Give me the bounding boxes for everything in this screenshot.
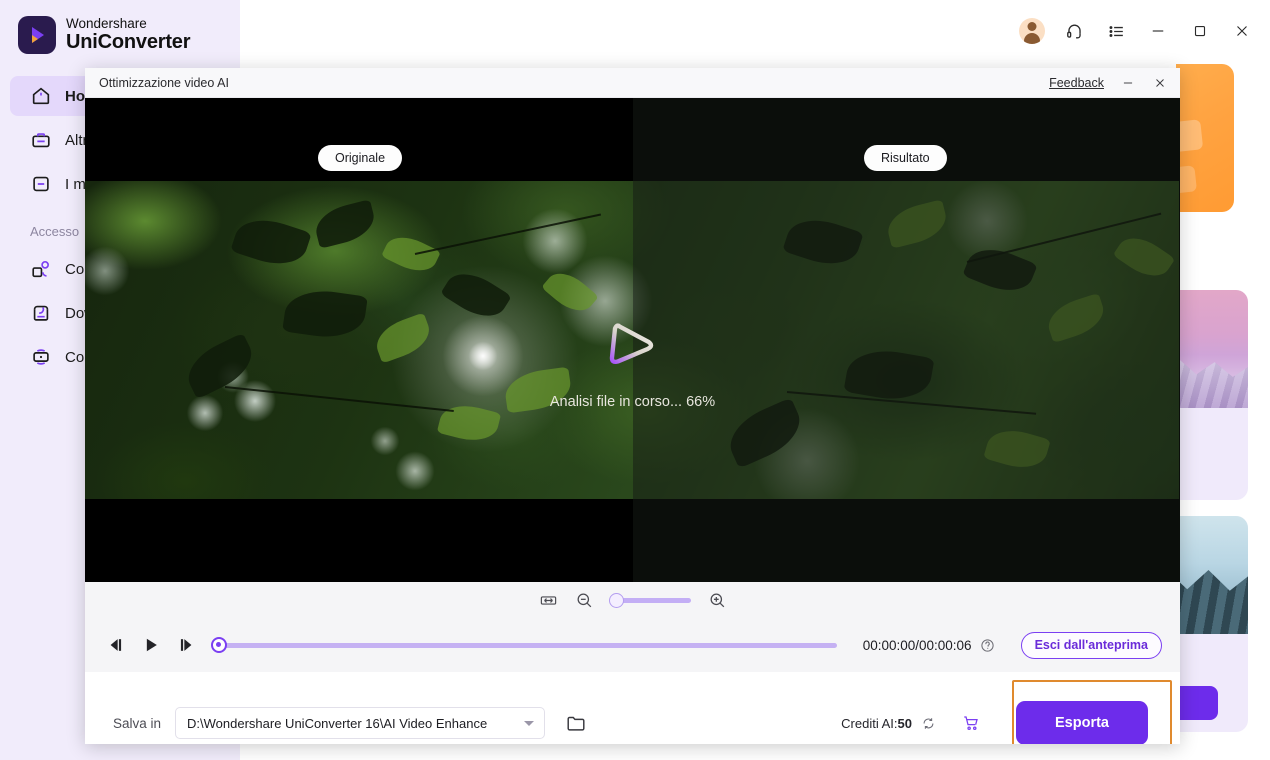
- glacier-mountain-thumb: [1176, 516, 1248, 634]
- timeline-playhead[interactable]: [210, 636, 227, 653]
- playback-controls: 00:00:00/00:00:06 Esci dall'anteprima: [85, 618, 1180, 672]
- dialog-close-icon[interactable]: [1152, 75, 1168, 91]
- next-frame-icon[interactable]: [173, 630, 198, 660]
- save-in-label: Salva in: [113, 715, 162, 731]
- fit-to-screen-icon[interactable]: [539, 591, 558, 610]
- promo-sidebar: ...umenti > ...e qualità: [1176, 62, 1270, 760]
- banner-decor-sheet: [1176, 119, 1204, 163]
- zoom-slider-knob[interactable]: [608, 592, 624, 608]
- brand-bottom: UniConverter: [66, 30, 191, 53]
- promo-card-caption: ...e qualità: [1176, 408, 1248, 437]
- logo-play-glyph: [32, 27, 44, 43]
- zoom-controls: [85, 582, 1180, 618]
- dialog-titlebar-actions: Feedback: [1049, 75, 1168, 91]
- play-icon[interactable]: [138, 630, 163, 660]
- download-icon: [30, 302, 52, 324]
- dialog-titlebar: Ottimizzazione video AI Feedback: [85, 68, 1180, 98]
- files-icon: [30, 173, 52, 195]
- close-icon[interactable]: [1228, 17, 1256, 45]
- app-logo-icon: [18, 16, 56, 54]
- ai-video-enhance-dialog: Ottimizzazione video AI Feedback Origina…: [85, 68, 1180, 744]
- window-titlebar: [240, 0, 1270, 62]
- zoom-in-icon[interactable]: [708, 591, 727, 610]
- loading-play-triangle-icon: [604, 316, 662, 374]
- home-icon: [30, 85, 52, 107]
- convert-icon: [30, 258, 52, 280]
- app-window: Wondershare UniConverter Home: [0, 0, 1270, 760]
- refresh-icon[interactable]: [921, 716, 936, 731]
- promo-card-action-button[interactable]: [1176, 686, 1218, 720]
- avatar[interactable]: [1018, 17, 1046, 45]
- timeline-slider[interactable]: [210, 636, 837, 653]
- menu-list-icon[interactable]: [1102, 17, 1130, 45]
- dialog-minimize-icon[interactable]: [1120, 75, 1136, 91]
- promo-card-quality[interactable]: ...e qualità: [1176, 290, 1248, 500]
- brand-logo-area: Wondershare UniConverter: [0, 0, 240, 54]
- dialog-title: Ottimizzazione video AI: [99, 75, 229, 90]
- brand-text: Wondershare UniConverter: [66, 17, 190, 52]
- feedback-link[interactable]: Feedback: [1049, 76, 1104, 90]
- promo-banner-card[interactable]: [1176, 64, 1234, 212]
- promo-card-secondary[interactable]: [1176, 516, 1248, 732]
- brand-top: Wondershare: [66, 16, 147, 32]
- folder-icon[interactable]: [565, 712, 587, 734]
- chevron-down-icon[interactable]: [524, 721, 535, 726]
- previous-frame-icon[interactable]: [103, 630, 128, 660]
- export-button[interactable]: Esporta: [1016, 701, 1148, 744]
- processing-status-text: Analisi file in corso... 66%: [549, 394, 716, 410]
- dialog-footer: Salva in D:\Wondershare UniConverter 16\…: [85, 672, 1180, 744]
- help-circle-icon[interactable]: [980, 638, 995, 653]
- exit-preview-button[interactable]: Esci dall'anteprima: [1020, 631, 1162, 659]
- zoom-slider[interactable]: [608, 592, 691, 608]
- processing-status: Analisi file in corso... 66%: [550, 316, 715, 410]
- ai-credits-label: Crediti AI:: [841, 715, 898, 731]
- toolbox-icon: [30, 129, 52, 151]
- time-display: 00:00:00/00:00:06: [862, 637, 972, 653]
- output-path-dropdown[interactable]: D:\Wondershare UniConverter 16\AI Video …: [175, 707, 546, 739]
- maximize-icon[interactable]: [1186, 17, 1214, 45]
- tab-original[interactable]: Originale: [318, 145, 403, 171]
- zoom-out-icon[interactable]: [575, 591, 594, 610]
- ai-credits: Crediti AI: 50: [841, 716, 912, 731]
- compress-icon: [30, 346, 52, 368]
- preview-stage: Originale Risultato Analisi file in cors…: [85, 98, 1180, 582]
- tab-result[interactable]: Risultato: [864, 145, 947, 171]
- output-path-value: D:\Wondershare UniConverter 16\AI Video …: [187, 715, 488, 731]
- ai-credits-value: 50: [897, 715, 912, 731]
- minimize-icon[interactable]: [1144, 17, 1172, 45]
- shopping-cart-icon[interactable]: [962, 714, 980, 732]
- sunset-mountain-thumb: [1176, 290, 1248, 408]
- headset-icon[interactable]: [1060, 17, 1088, 45]
